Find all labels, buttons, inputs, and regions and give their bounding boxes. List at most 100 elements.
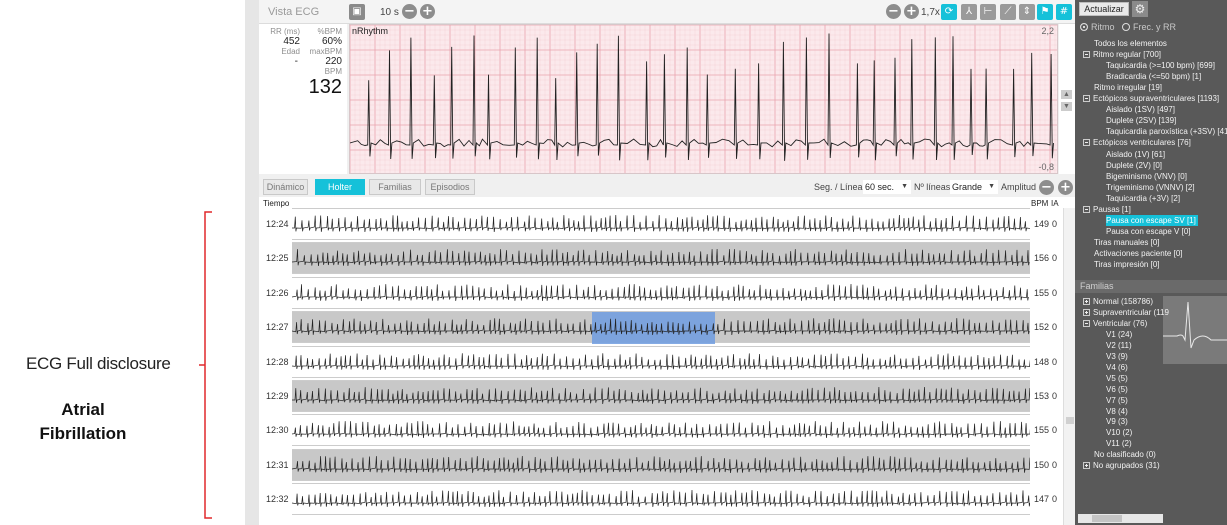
- ia-column-header: IA: [1051, 199, 1059, 208]
- scroll-up-icon[interactable]: ▲: [1061, 90, 1072, 99]
- zoom-in-button[interactable]: +: [904, 4, 919, 19]
- tree-item-label: Bradicardia (<=50 bpm) [1]: [1106, 72, 1202, 82]
- snapshot-icon[interactable]: ▣: [349, 4, 365, 20]
- tree-item[interactable]: V4 (6): [1106, 362, 1128, 373]
- seg-per-line-label: Seg. / Línea: [814, 182, 863, 192]
- amplitude-decrease-button[interactable]: −: [1039, 180, 1054, 195]
- expand-icon[interactable]: [1083, 462, 1090, 470]
- tree-item[interactable]: Trigeminismo (VNNV) [2]: [1106, 182, 1195, 193]
- tree-item[interactable]: Duplete (2V) [0]: [1106, 160, 1162, 171]
- arrows-icon[interactable]: ⇕: [1019, 4, 1035, 20]
- tree-item[interactable]: V8 (4): [1106, 406, 1128, 417]
- tab-dinamico[interactable]: Dinámico: [263, 179, 308, 195]
- tree-item[interactable]: Normal (158786): [1083, 296, 1153, 307]
- ecg-strip-row[interactable]: [292, 276, 1030, 309]
- ecg-rhythm-strip[interactable]: nRhythm 2,2 -0,8: [349, 24, 1058, 174]
- tree-item[interactable]: V1 (24): [1106, 329, 1132, 340]
- collapse-icon[interactable]: [1083, 95, 1090, 103]
- tree-item[interactable]: Supraventricular (119: [1083, 307, 1169, 318]
- collapse-icon[interactable]: [1083, 139, 1090, 147]
- tree-item[interactable]: Ritmo irregular [19]: [1094, 82, 1162, 93]
- full-disclosure-scrollbar[interactable]: [1063, 208, 1075, 525]
- tree-item[interactable]: Ectópicos supraventriculares [1193]: [1083, 93, 1219, 104]
- tree-item[interactable]: No clasificado (0): [1094, 449, 1156, 460]
- tree-item[interactable]: V5 (5): [1106, 373, 1128, 384]
- tree-item[interactable]: Ectópicos ventriculares [76]: [1083, 137, 1191, 148]
- tree-item[interactable]: Pausa con escape SV [1]: [1106, 214, 1198, 226]
- tree-item-label: Ventricular (76): [1093, 318, 1148, 328]
- radio-rhythm[interactable]: [1080, 23, 1088, 31]
- tree-item[interactable]: Ritmo regular [700]: [1083, 49, 1161, 60]
- tree-item[interactable]: Taquicardia (+3V) [2]: [1106, 193, 1180, 204]
- marker-icon[interactable]: ⚑: [1037, 4, 1053, 20]
- tree-item[interactable]: Tiras manuales [0]: [1094, 237, 1160, 248]
- scrollbar-thumb[interactable]: [1092, 515, 1122, 522]
- scrollbar-thumb[interactable]: [1066, 417, 1074, 424]
- tree-item[interactable]: Pausa con escape V [0]: [1106, 226, 1191, 237]
- duration-increase-button[interactable]: +: [420, 4, 435, 19]
- gear-icon[interactable]: ⚙: [1132, 1, 1148, 17]
- family-beat-preview: [1163, 296, 1227, 364]
- strip-trace: [292, 352, 1030, 370]
- update-button[interactable]: Actualizar: [1079, 2, 1129, 16]
- ecg-strip-row[interactable]: [292, 242, 1030, 275]
- zoom-out-button[interactable]: −: [886, 4, 901, 19]
- seg-per-line-select[interactable]: 60 sec. ▼: [863, 180, 911, 194]
- tree-item-label: Pausa con escape V [0]: [1106, 226, 1191, 236]
- collapse-icon[interactable]: [1083, 319, 1090, 327]
- collapse-icon[interactable]: [1083, 51, 1090, 59]
- ecg-strip-row[interactable]: [292, 448, 1030, 481]
- tree-item[interactable]: No agrupados (31): [1083, 460, 1160, 471]
- loop-tool-icon[interactable]: ⟳: [941, 4, 957, 20]
- ecg-strip-row[interactable]: [292, 380, 1030, 412]
- tab-holter[interactable]: Holter: [315, 179, 365, 195]
- tree-item[interactable]: Todos los elementos: [1094, 38, 1167, 49]
- amplitude-increase-button[interactable]: +: [1058, 180, 1073, 195]
- split-tool-icon[interactable]: ⅄: [961, 4, 977, 20]
- line-count-select[interactable]: Grande ▼: [950, 180, 998, 194]
- tree-item-label: Bigeminismo (VNV) [0]: [1106, 171, 1187, 181]
- tree-item[interactable]: V10 (2): [1106, 427, 1132, 438]
- tab-episodios[interactable]: Episodios: [425, 179, 475, 195]
- tree-item[interactable]: Ventricular (76): [1083, 318, 1147, 329]
- tree-item[interactable]: V3 (9): [1106, 351, 1128, 362]
- tree-item[interactable]: Taquicardia paroxística (+3SV) [41]: [1106, 126, 1227, 137]
- expand-icon[interactable]: [1083, 308, 1090, 316]
- tree-item-label: No clasificado (0): [1094, 450, 1156, 460]
- expand-icon[interactable]: [1083, 298, 1090, 305]
- tree-item[interactable]: V9 (3): [1106, 416, 1128, 427]
- diagnosis-line-1: Atrial: [61, 400, 105, 419]
- tree-item[interactable]: Taquicardia (>=100 bpm) [699]: [1106, 60, 1215, 71]
- grid-icon[interactable]: #: [1056, 4, 1072, 20]
- ecg-strip-row[interactable]: [292, 345, 1030, 378]
- tree-item[interactable]: V11 (2): [1106, 438, 1132, 449]
- caliper-icon[interactable]: ⊢: [980, 4, 996, 20]
- tree-item[interactable]: Duplete (2SV) [139]: [1106, 115, 1176, 126]
- tree-item[interactable]: Bradicardia (<=50 bpm) [1]: [1106, 71, 1201, 82]
- tree-item[interactable]: V7 (5): [1106, 395, 1128, 406]
- tree-item[interactable]: Aislado (1V) [61]: [1106, 149, 1165, 160]
- ecg-view-toolbar: Vista ECG ▣ 10 s − + − + 1,7x ⟳ ⅄ ⊢ ⟋ ⇕ …: [259, 0, 1075, 24]
- tree-item[interactable]: Activaciones paciente [0]: [1094, 248, 1183, 259]
- tree-item[interactable]: Tiras impresión [0]: [1094, 259, 1160, 270]
- tree-item-label: Taquicardia paroxística (+3SV) [41]: [1106, 127, 1227, 137]
- ecg-strip-row[interactable]: [292, 414, 1030, 447]
- tree-item[interactable]: V6 (5): [1106, 384, 1128, 395]
- radio-freq[interactable]: [1122, 23, 1131, 31]
- ecg-strip-row[interactable]: [292, 483, 1030, 516]
- tree-item-label: V7 (5): [1106, 395, 1128, 405]
- ruler-icon[interactable]: ⟋: [1000, 4, 1016, 20]
- tree-item[interactable]: V2 (11): [1106, 340, 1132, 351]
- tree-item[interactable]: Aislado (1SV) [497]: [1106, 104, 1175, 115]
- sidebar-horizontal-scrollbar[interactable]: [1078, 514, 1163, 523]
- ecg-strip-row[interactable]: [292, 311, 1030, 345]
- strip-trace: [292, 249, 1030, 267]
- collapse-icon[interactable]: [1083, 205, 1090, 213]
- tab-familias[interactable]: Familias: [369, 179, 421, 195]
- duration-decrease-button[interactable]: −: [402, 4, 417, 19]
- ecg-strip-row[interactable]: [292, 208, 1030, 240]
- tree-item[interactable]: Bigeminismo (VNV) [0]: [1106, 171, 1187, 182]
- scroll-down-icon[interactable]: ▼: [1061, 102, 1072, 111]
- view-mode-radios: Ritmo Frec. y RR: [1080, 22, 1176, 32]
- tree-item[interactable]: Pausas [1]: [1083, 204, 1131, 215]
